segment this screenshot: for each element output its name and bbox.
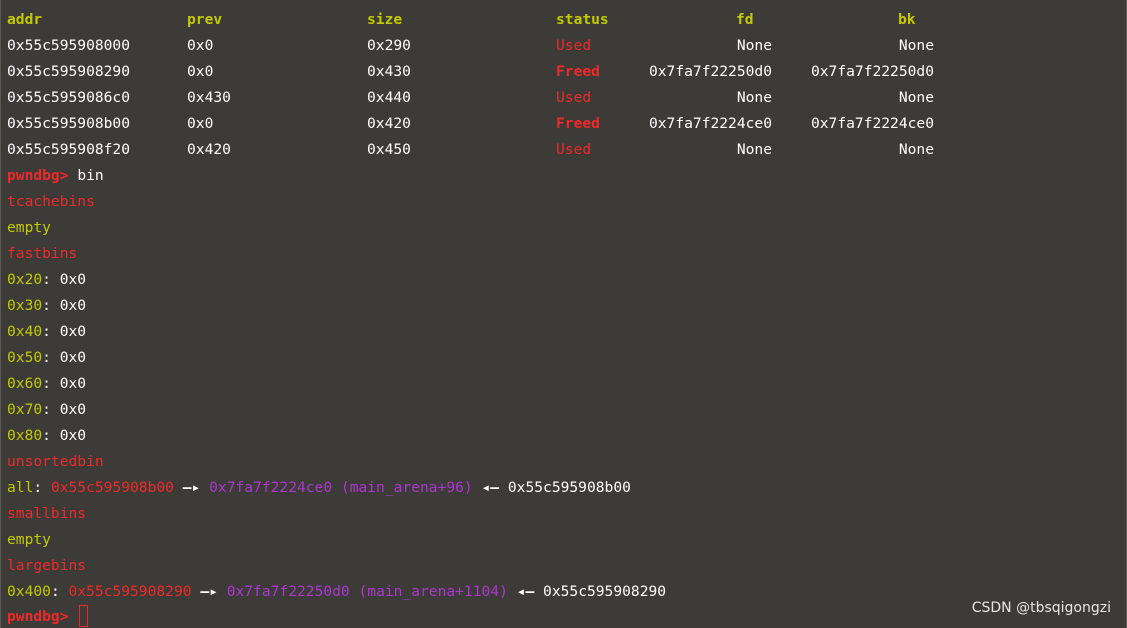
- cell-fd: 0x7fa7f2224ce0: [648, 115, 772, 132]
- cell-size: 0x290: [367, 37, 411, 54]
- unsorted-chunk: 0x55c595908b00: [50, 479, 174, 496]
- cell-fd: None: [736, 89, 772, 106]
- fastbin-entry: 0x70: 0x0: [7, 401, 87, 418]
- fastbin-entry: 0x20: 0x0: [7, 271, 87, 288]
- fastbin-value: 0x0: [59, 375, 87, 392]
- tcachebins-value: empty: [7, 219, 51, 236]
- fastbin-size: 0x70: [7, 401, 43, 418]
- fastbin-size: 0x30: [7, 297, 43, 314]
- cell-size: 0x440: [367, 89, 411, 106]
- cell-addr: 0x55c595908000: [7, 37, 131, 54]
- fastbin-value: 0x0: [59, 349, 87, 366]
- cell-bk: None: [898, 89, 934, 106]
- arrow-right-icon: —▸: [200, 583, 218, 600]
- terminal-cursor[interactable]: [79, 605, 89, 627]
- fastbins-label: fastbins: [7, 245, 78, 262]
- arrow-right-icon: —▸: [182, 479, 201, 496]
- heap-table-row: 0x55c5959086c0 0x430 0x440 Used None Non…: [7, 85, 1117, 111]
- cell-status-used: Used: [556, 141, 592, 158]
- cell-prev: 0x430: [187, 89, 231, 106]
- largebin-back: 0x55c595908290: [543, 583, 667, 600]
- largebins-label: largebins: [7, 557, 87, 574]
- heap-table-row: 0x55c595908000 0x0 0x290 Used None None: [7, 33, 1117, 59]
- largebin-target: 0x7fa7f22250d0 (main_arena+1104): [226, 583, 508, 600]
- cell-size: 0x420: [367, 115, 411, 132]
- header-status: status: [556, 11, 609, 28]
- fastbin-value: 0x0: [59, 297, 87, 314]
- prompt: pwndbg>: [7, 608, 69, 625]
- cell-addr: 0x55c595908290: [7, 63, 131, 80]
- cell-bk: 0x7fa7f2224ce0: [810, 115, 934, 132]
- cell-size: 0x430: [367, 63, 411, 80]
- fastbin-entry: 0x50: 0x0: [7, 349, 87, 366]
- header-bk: bk: [898, 11, 916, 28]
- cell-bk: None: [898, 141, 934, 158]
- prompt: pwndbg>: [7, 167, 69, 184]
- smallbins-label: smallbins: [7, 505, 87, 522]
- fastbin-size: 0x60: [7, 375, 43, 392]
- heap-table-header: addr prev size status fd bk: [7, 7, 1117, 33]
- cell-bk: 0x7fa7f22250d0: [810, 63, 934, 80]
- fastbin-entry: 0x60: 0x0: [7, 375, 87, 392]
- arrow-left-icon: ◂—: [481, 479, 500, 496]
- tcachebins-label: tcachebins: [7, 193, 95, 210]
- cell-prev: 0x0: [187, 115, 214, 132]
- cell-addr: 0x55c595908b00: [7, 115, 131, 132]
- heap-table-row: 0x55c595908f20 0x420 0x450 Used None Non…: [7, 137, 1117, 163]
- unsortedbin-entry: all: 0x55c595908b00 —▸ 0x7fa7f2224ce0 (m…: [7, 479, 631, 496]
- fastbin-entry: 0x40: 0x0: [7, 323, 87, 340]
- cell-bk: None: [898, 37, 934, 54]
- unsortedbin-label: unsortedbin: [7, 453, 104, 470]
- active-prompt-line[interactable]: pwndbg>: [7, 604, 89, 628]
- header-prev: prev: [187, 11, 223, 28]
- cell-fd: 0x7fa7f22250d0: [648, 63, 772, 80]
- fastbin-value: 0x0: [59, 271, 87, 288]
- cell-status-used: Used: [556, 89, 592, 106]
- cell-addr: 0x55c595908f20: [7, 141, 131, 158]
- largebin-chunk: 0x55c595908290: [68, 583, 192, 600]
- heap-table-row: 0x55c595908b00 0x0 0x420 Freed 0x7fa7f22…: [7, 111, 1117, 137]
- cell-size: 0x450: [367, 141, 411, 158]
- header-addr: addr: [7, 11, 43, 28]
- fastbin-value: 0x0: [59, 401, 87, 418]
- cell-addr: 0x55c5959086c0: [7, 89, 131, 106]
- largebin-entry: 0x400: 0x55c595908290 —▸ 0x7fa7f22250d0 …: [7, 583, 667, 600]
- command-line: pwndbg> bin: [7, 163, 104, 189]
- fastbin-size: 0x40: [7, 323, 43, 340]
- watermark: CSDN @tbsqigongzi: [971, 600, 1111, 616]
- cell-prev: 0x0: [187, 63, 214, 80]
- terminal-window[interactable]: addr prev size status fd bk 0x55c5959080…: [0, 0, 1127, 628]
- cell-status-freed: Freed: [556, 115, 600, 132]
- cell-prev: 0x420: [187, 141, 231, 158]
- fastbin-size: 0x80: [7, 427, 43, 444]
- command-text: bin: [77, 167, 104, 184]
- fastbin-entry: 0x30: 0x0: [7, 297, 87, 314]
- arrow-left-icon: ◂—: [516, 583, 535, 600]
- unsorted-key: all: [7, 479, 34, 496]
- fastbin-entry: 0x80: 0x0: [7, 427, 87, 444]
- unsorted-target: 0x7fa7f2224ce0 (main_arena+96): [209, 479, 473, 496]
- header-size: size: [367, 11, 403, 28]
- fastbin-size: 0x50: [7, 349, 43, 366]
- header-fd: fd: [736, 11, 754, 28]
- fastbin-value: 0x0: [59, 427, 87, 444]
- largebin-key: 0x400: [7, 583, 51, 600]
- unsorted-back: 0x55c595908b00: [507, 479, 631, 496]
- cell-fd: None: [736, 37, 772, 54]
- cell-status-used: Used: [556, 37, 592, 54]
- cell-status-freed: Freed: [556, 63, 600, 80]
- cell-fd: None: [736, 141, 772, 158]
- heap-table-row: 0x55c595908290 0x0 0x430 Freed 0x7fa7f22…: [7, 59, 1117, 85]
- fastbin-value: 0x0: [59, 323, 87, 340]
- smallbins-value: empty: [7, 531, 51, 548]
- fastbin-size: 0x20: [7, 271, 43, 288]
- cell-prev: 0x0: [187, 37, 214, 54]
